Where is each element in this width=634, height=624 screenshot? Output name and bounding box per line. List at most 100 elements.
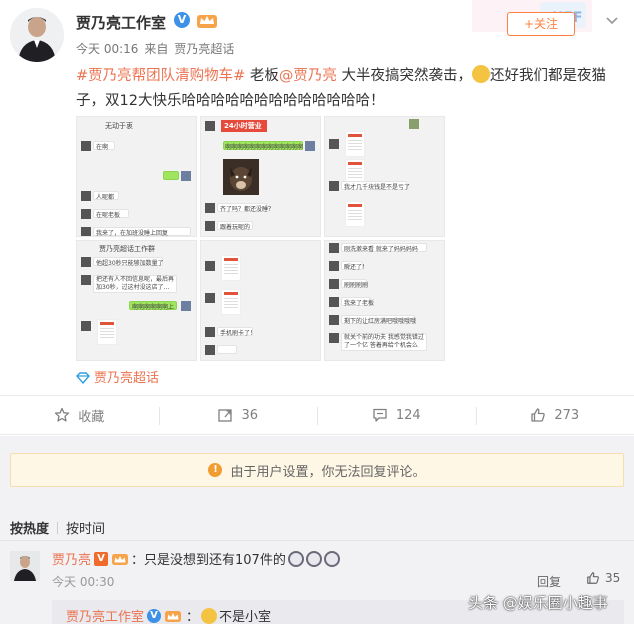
dizzy-emoji-icon bbox=[323, 550, 340, 567]
verified-badge: V bbox=[147, 608, 162, 623]
hashtag-link[interactable]: #贾乃亮帮团队清购物车# bbox=[76, 68, 245, 84]
chat-avatar bbox=[329, 279, 339, 289]
post-image-5[interactable]: 手机刷卡了！ bbox=[200, 240, 321, 361]
divider bbox=[0, 540, 634, 541]
chat-avatar bbox=[181, 171, 191, 181]
chat-text: 瞬还了！ bbox=[344, 264, 369, 271]
post-image-4[interactable]: 贾乃亮超话工作群 他超30秒只能够加数量了 把还有人不回信息呢，最后再加30秒，… bbox=[76, 240, 197, 361]
chat-text: 就关个前的功夫 我感觉我错过了一个亿 答着再给个机会么 bbox=[344, 334, 424, 349]
comment-content: 贾乃亮 V ：只是没想到还有107件的 bbox=[52, 549, 340, 568]
order-screenshot bbox=[345, 201, 365, 227]
chat-text: 我才几千块钱是不是亏了 bbox=[344, 184, 411, 191]
chat-title: 无动于衷 bbox=[105, 122, 133, 130]
favorite-button[interactable]: 收藏 bbox=[0, 396, 159, 434]
comment-time: 今天 00:30 bbox=[52, 575, 115, 589]
chat-text: 齐了吗？都还没睡？ bbox=[220, 206, 275, 213]
sub-reply-content: 贾乃亮工作室 V ： 不是小室 bbox=[66, 606, 271, 624]
colon: ： bbox=[186, 610, 200, 624]
sub-reply-text: 不是小室 bbox=[219, 610, 272, 624]
post-image-3[interactable]: 我才几千块钱是不是亏了 bbox=[324, 116, 445, 237]
chat-text: 刚洗漱来看 就来了妈妈妈妈 bbox=[344, 246, 418, 253]
chat-avatar bbox=[81, 275, 91, 285]
repost-count: 36 bbox=[241, 407, 259, 423]
watermark: 头条 @娱乐圈小趣事 bbox=[468, 594, 608, 612]
verified-badge: V bbox=[94, 551, 109, 566]
chat-bubble-green bbox=[163, 171, 179, 180]
chat-text: 他超30秒只能够加数量了 bbox=[96, 260, 164, 267]
commenter-avatar[interactable] bbox=[10, 551, 40, 581]
favorite-label: 收藏 bbox=[78, 409, 105, 425]
dizzy-emoji-icon bbox=[305, 550, 322, 567]
chat-avatar bbox=[329, 181, 339, 191]
follow-button[interactable]: +关注 bbox=[507, 12, 575, 36]
chat-text: 人呢都 bbox=[96, 194, 115, 201]
dog-photo bbox=[223, 159, 259, 195]
warning-icon: ! bbox=[208, 463, 223, 477]
supertopic-icon bbox=[76, 372, 90, 384]
post-text-segment: 老板 bbox=[245, 68, 279, 84]
verified-badge: V bbox=[174, 12, 190, 28]
chat-text: 把还有人不回信息呢，最后再加30秒，过这村没这店了… bbox=[96, 276, 175, 291]
chat-avatar bbox=[205, 327, 215, 337]
sticker-text: 24小时营业 bbox=[224, 122, 262, 130]
supertopic-label: 贾乃亮超话 bbox=[94, 371, 160, 386]
post-source[interactable]: 贾乃亮超话 bbox=[174, 42, 234, 56]
chat-text: 在呢老板 bbox=[96, 212, 121, 219]
like-icon bbox=[587, 572, 599, 584]
comment-like-count: 35 bbox=[605, 571, 621, 585]
comment-sort-tabs: 按热度 按时间 bbox=[10, 518, 105, 537]
post-image-6[interactable]: 刚洗漱来看 就来了妈妈妈妈 瞬还了！ 刷刷刷刷 我来了老板 剩下的让红房满吧哦哦… bbox=[324, 240, 445, 361]
post-body: #贾乃亮帮团队清购物车# 老板@贾乃亮 大半夜搞突然袭击， 还好我们都是夜猫子，双… bbox=[76, 64, 626, 114]
chat-text: 剩下的让红房满吧哦哦哦哦 bbox=[344, 318, 417, 325]
order-screenshot bbox=[221, 289, 241, 315]
chat-avatar bbox=[205, 261, 215, 271]
chat-avatar bbox=[329, 261, 339, 271]
reply-button[interactable]: 回复 bbox=[537, 573, 561, 590]
like-button[interactable]: 273 bbox=[475, 396, 634, 434]
cat-emoji-icon bbox=[472, 65, 491, 83]
chat-avatar bbox=[205, 345, 215, 355]
repost-button[interactable]: 36 bbox=[158, 396, 318, 434]
chat-text: 我来了老板 bbox=[344, 300, 375, 307]
chat-avatar bbox=[329, 139, 339, 149]
order-screenshot bbox=[345, 131, 365, 157]
commenter-name[interactable]: 贾乃亮 bbox=[52, 549, 91, 568]
post-meta: 今天 00:16 来自 贾乃亮超话 bbox=[76, 40, 240, 57]
author-name[interactable]: 贾乃亮工作室 bbox=[76, 12, 166, 33]
comment-like-button[interactable]: 35 bbox=[586, 571, 620, 585]
comment-text: ：只是没想到还有107件的 bbox=[131, 553, 286, 568]
chat-avatar bbox=[329, 297, 339, 307]
comment-icon bbox=[373, 408, 387, 422]
chat-avatar bbox=[329, 333, 339, 343]
post-image-2[interactable]: 24小时营业 啊啊啊啊啊啊啊啊啊啊啊啊啊 齐了吗？都还没睡？ 跟着玩呢的 bbox=[200, 116, 321, 237]
chat-avatar bbox=[205, 203, 215, 213]
chat-avatar bbox=[329, 315, 339, 325]
chat-avatar bbox=[81, 191, 91, 201]
chat-text: 啊啊啊啊啊啊啊啊啊啊啊啊啊 bbox=[225, 144, 304, 151]
chevron-down-icon[interactable] bbox=[606, 14, 618, 28]
chat-avatar bbox=[409, 119, 419, 129]
crown-icon bbox=[165, 610, 182, 622]
chat-avatar bbox=[305, 141, 315, 151]
chat-text: 跟着玩呢的 bbox=[220, 224, 251, 231]
chat-avatar bbox=[81, 227, 91, 236]
post-time: 今天 00:16 bbox=[76, 42, 139, 56]
post-image-1[interactable]: 无动于衷 在啊 人呢都 在呢老板 我来了，在加班没睡上回复 bbox=[76, 116, 197, 237]
chat-avatar bbox=[329, 243, 339, 253]
comment-button[interactable]: 124 bbox=[317, 396, 476, 434]
chat-avatar bbox=[205, 293, 215, 303]
action-bar: 收藏 36 124 273 bbox=[0, 395, 634, 435]
chat-text: 在啊 bbox=[96, 144, 109, 151]
sort-by-hot-tab[interactable]: 按热度 bbox=[10, 518, 49, 537]
sort-divider bbox=[57, 521, 59, 534]
chat-text: 刷刷刷刷 bbox=[344, 282, 369, 289]
post-text-segment: 大半夜搞突然袭击， bbox=[336, 68, 473, 84]
sub-replier-name[interactable]: 贾乃亮工作室 bbox=[66, 606, 144, 624]
sort-by-time-tab[interactable]: 按时间 bbox=[66, 518, 105, 537]
reply-disabled-notice: ! 由于用户设置，你无法回复评论。 bbox=[10, 453, 624, 487]
supertopic-link[interactable]: 贾乃亮超话 bbox=[76, 367, 159, 386]
chat-text: 我来了，在加班没睡上回复 bbox=[96, 230, 169, 237]
chat-text: 手机刷卡了！ bbox=[220, 330, 257, 337]
author-avatar[interactable] bbox=[10, 8, 64, 62]
mention-link[interactable]: @贾乃亮 bbox=[279, 68, 337, 84]
